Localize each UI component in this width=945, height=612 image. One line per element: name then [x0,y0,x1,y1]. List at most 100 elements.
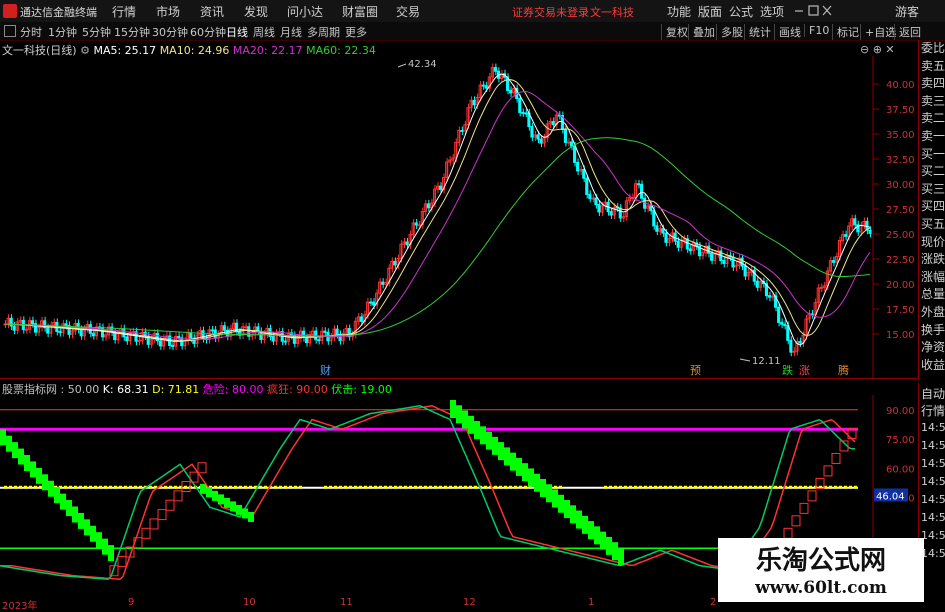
green-band [570,505,576,524]
formula-button[interactable]: 公式 [729,3,753,20]
period-more[interactable]: 更多 [345,24,367,40]
tool-f10[interactable]: F10 [804,24,829,37]
signal-dot [414,485,417,489]
event-label-die[interactable]: 跌 [782,363,793,377]
menu-item-faxian[interactable]: 发现 [244,3,268,20]
menu-item-hangqing[interactable]: 行情 [112,3,136,20]
period-monthly[interactable]: 月线 [280,24,302,40]
event-label-zhang[interactable]: 涨 [799,364,810,377]
candle-body [222,325,226,331]
signal-dot [519,485,522,489]
window-controls[interactable] [794,5,832,17]
kline-chart[interactable]: 40.00 37.50 35.00 32.50 30.00 27.50 25.00 22.50… [0,56,918,378]
candle-body [777,306,781,323]
signal-dot [419,485,422,489]
indicator-tick: 90.00 [886,406,915,417]
signal-dot [149,485,152,489]
green-band [84,519,90,536]
signal-dot [374,485,377,489]
candle-body [484,85,488,89]
tool-stats[interactable]: 统计 [744,24,771,40]
login-notice[interactable]: 证券交易未登录 [512,4,589,20]
layout-button[interactable]: 版面 [698,3,722,20]
function-button[interactable]: 功能 [667,3,691,20]
menu-item-caifuquan[interactable]: 财富圈 [342,3,378,20]
green-band [48,480,54,497]
tool-multistock[interactable]: 多股 [716,24,743,40]
candle-body [767,295,772,298]
green-band [552,489,558,508]
period-fenshi[interactable]: 分时 [20,24,42,40]
candle-body [636,183,641,186]
signal-dot [524,485,527,489]
green-band [456,405,462,424]
signal-dot [664,485,667,489]
tool-fuquan[interactable]: 复权 [661,24,688,40]
zoom-icons[interactable]: ⊖ ⊕ ✕ [860,43,895,56]
candle-body [707,245,711,254]
tool-overlay[interactable]: 叠加 [688,24,715,40]
menu-item-zixun[interactable]: 资讯 [200,3,224,20]
signal-dot [89,485,92,489]
green-band [54,487,60,504]
period-multi[interactable]: 多周期 [307,24,340,40]
period-daily[interactable]: 日线 [226,24,248,40]
signal-dot [164,485,167,489]
candle-body [649,205,653,212]
candle-body [317,339,321,342]
signal-dot [169,485,172,489]
grid-icon[interactable] [4,25,16,37]
period-1min[interactable]: 1分钟 [48,24,77,40]
candle-body [314,330,318,341]
tool-drawline[interactable]: 画线 [774,24,801,40]
tool-add-favorite[interactable]: +自选 [860,24,896,40]
tool-back[interactable]: 返回 [894,24,921,40]
candle-body [493,67,497,72]
candle-body [710,252,714,261]
auto-label[interactable]: 自动 [921,385,945,402]
signal-dot [804,485,807,489]
period-30min[interactable]: 30分钟 [152,24,188,40]
candle-body [664,232,668,243]
low-price-label: 12.11 [752,356,781,367]
green-band [218,494,224,505]
period-5min[interactable]: 5分钟 [82,24,111,40]
menu-item-jiaoyi[interactable]: 交易 [396,3,420,20]
signal-dot [759,485,762,489]
candle-body [189,332,193,339]
time-label: 14:56 [921,475,945,488]
candle-body [171,344,175,347]
signal-dot [809,485,812,489]
signal-dot [669,485,672,489]
tool-mark[interactable]: 标记 [832,24,859,40]
signal-dot [744,485,747,489]
guest-label[interactable]: 游客 [895,3,919,20]
green-band [480,426,486,445]
period-weekly[interactable]: 周线 [253,24,275,40]
stock-link[interactable]: 文一科技 [590,4,634,20]
candle-body [566,141,571,144]
menu-item-wenxiaoda[interactable]: 问小达 [287,3,323,20]
candle-body [868,229,872,234]
candle-body [393,260,397,266]
candle-body [676,240,680,248]
signal-dot [294,485,297,489]
pane-divider[interactable] [0,378,918,379]
date-tick: 11 [340,597,353,608]
signal-dot [799,485,802,489]
event-label-teng[interactable]: 腾 [838,363,849,377]
period-60min[interactable]: 60分钟 [190,24,226,40]
signal-dot [394,485,397,489]
quote-field-label: 卖四 [921,76,945,91]
app-logo-icon [3,4,17,18]
signal-dot [229,485,232,489]
candle-body [831,260,836,263]
quote-label[interactable]: 行情 [921,402,945,419]
event-label-cai[interactable]: 财 [320,363,331,377]
options-button[interactable]: 选项 [760,3,784,20]
event-label-yu[interactable]: 预 [690,364,701,377]
menu-item-shichang[interactable]: 市场 [156,3,180,20]
candle-body [789,339,793,353]
signal-dot [794,485,797,489]
period-15min[interactable]: 15分钟 [114,24,150,40]
